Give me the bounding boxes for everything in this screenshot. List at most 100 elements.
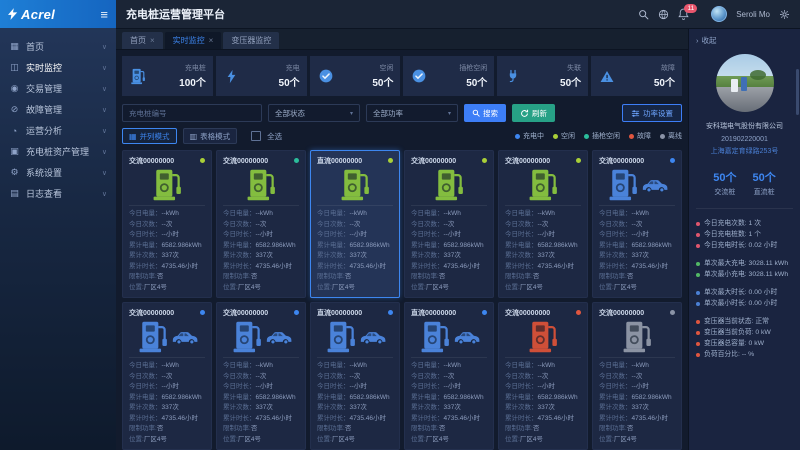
charger-card-2[interactable]: 直流00000000 今日电量：--kWh今日次数：--次今日时长：--小时累计… xyxy=(310,150,400,298)
charger-card-9[interactable]: 直流00000000 今日电量：--kWh今日次数：--次今日时长：--小时累计… xyxy=(404,302,494,450)
legend-item-1: 空闲 xyxy=(553,131,575,141)
list-mode-toggle[interactable]: ▦ 并列模式 xyxy=(122,128,177,144)
tab-label: 首页 xyxy=(130,35,146,46)
divider xyxy=(411,357,487,358)
charger-card-6[interactable]: 交流00000000 今日电量：--kWh今日次数：--次今日时长：--小时累计… xyxy=(122,302,212,450)
card-field: 位置:厂区4号 xyxy=(317,435,393,446)
search-button[interactable]: 搜索 xyxy=(464,104,506,122)
status-dot xyxy=(482,310,487,315)
car-icon xyxy=(265,330,292,344)
card-field: 今日时长：--小时 xyxy=(129,382,205,393)
collapse-panel-button[interactable]: › 收起 xyxy=(696,35,717,46)
station-address[interactable]: 上海嘉定育绿路253号 xyxy=(711,146,779,156)
charger-pile-icon xyxy=(339,168,371,202)
sidebar-item-4[interactable]: ◔ 运营分析 ∨ xyxy=(0,120,116,141)
charger-card-3[interactable]: 交流00000000 今日电量：--kWh今日次数：--次今日时长：--小时累计… xyxy=(404,150,494,298)
menu-toggle-icon[interactable]: ≡ xyxy=(100,8,108,21)
status-select[interactable]: 全部状态 ▾ xyxy=(268,104,360,122)
metric-dot xyxy=(696,320,700,324)
metric-line: 今日充电时长: 0.02 小时 xyxy=(696,240,793,251)
metric-dot xyxy=(696,233,700,237)
tab-1[interactable]: 实时监控 × xyxy=(165,32,222,49)
close-icon[interactable]: × xyxy=(209,36,214,45)
charger-card-1[interactable]: 交流00000000 今日电量：--kWh今日次数：--次今日时长：--小时累计… xyxy=(216,150,306,298)
sidebar-item-label: 充电桩资产管理 xyxy=(26,145,96,158)
card-title: 交流00000000 xyxy=(223,156,294,166)
card-title: 直流00000000 xyxy=(317,308,388,318)
charger-card-4[interactable]: 交流00000000 今日电量：--kWh今日次数：--次今日时长：--小时累计… xyxy=(498,150,588,298)
card-field: 限制功率:否 xyxy=(317,424,393,435)
card-field: 限制功率:否 xyxy=(505,272,581,283)
metric-dot xyxy=(696,331,700,335)
sidebar-item-5[interactable]: ▣ 充电桩资产管理 ∨ xyxy=(0,141,116,162)
legend-dot xyxy=(584,134,589,139)
card-icon xyxy=(129,166,205,204)
sidebar-item-6[interactable]: ⚙ 系统设置 ∨ xyxy=(0,162,116,183)
metric-line: 单次最大时长: 0.00 小时 xyxy=(696,287,793,298)
charger-card-7[interactable]: 交流00000000 今日电量：--kWh今日次数：--次今日时长：--小时累计… xyxy=(216,302,306,450)
stats-row: 充电桩 100个 充电 50个 空闲 50个 插枪空闲 50个 失联 50个 故… xyxy=(122,56,682,96)
sidebar-item-3[interactable]: ⊘ 故障管理 ∨ xyxy=(0,99,116,120)
divider xyxy=(129,205,205,206)
settings-gear-icon[interactable] xyxy=(779,9,790,20)
power-setting-button[interactable]: 功率设置 xyxy=(622,104,682,122)
search-icon xyxy=(472,109,480,117)
select-all-checkbox[interactable] xyxy=(251,131,261,141)
search-icon[interactable] xyxy=(638,9,649,20)
card-field: 今日电量：--kWh xyxy=(223,209,299,220)
fault-icon: ⊘ xyxy=(9,104,20,115)
status-dot xyxy=(482,158,487,163)
scrollbar[interactable] xyxy=(796,69,799,115)
charger-card-11[interactable]: 交流00000000 今日电量：--kWh今日次数：--次今日时长：--小时累计… xyxy=(592,302,682,450)
card-field: 累计次数：337次 xyxy=(129,403,205,414)
refresh-button-label: 刷新 xyxy=(532,108,547,119)
pile-number-input[interactable] xyxy=(122,104,262,122)
stat-tile-2: 空闲 50个 xyxy=(310,56,401,96)
tab-0[interactable]: 首页 × xyxy=(122,32,163,49)
stat-label: 空闲 xyxy=(379,63,393,73)
card-field: 今日电量：--kWh xyxy=(129,209,205,220)
card-field: 今日电量：--kWh xyxy=(599,361,675,372)
divider xyxy=(411,205,487,206)
card-field: 累计时长：4735.46小时 xyxy=(223,262,299,273)
card-field: 限制功率:否 xyxy=(411,424,487,435)
card-title: 交流00000000 xyxy=(411,156,482,166)
card-field: 累计时长：4735.46小时 xyxy=(317,414,393,425)
notification-badge: 11 xyxy=(684,4,697,13)
sidebar-item-0[interactable]: ▦ 首页 ∨ xyxy=(0,36,116,57)
page-title: 充电桩运营管理平台 xyxy=(126,6,629,22)
notification-bell-icon[interactable]: 11 xyxy=(678,8,702,20)
charger-card-10[interactable]: 交流00000000 今日电量：--kWh今日次数：--次今日时长：--小时累计… xyxy=(498,302,588,450)
card-field: 今日时长：--小时 xyxy=(317,382,393,393)
sidebar-item-7[interactable]: ▤ 日志查看 ∨ xyxy=(0,183,116,204)
globe-icon[interactable] xyxy=(658,9,669,20)
card-field: 今日时长：--小时 xyxy=(223,230,299,241)
sidebar-item-2[interactable]: ◉ 交易管理 ∨ xyxy=(0,78,116,99)
card-title: 交流00000000 xyxy=(505,156,576,166)
collapse-label: 收起 xyxy=(702,35,717,46)
charger-card-5[interactable]: 交流00000000 今日电量：--kWh今日次数：--次今日时长：--小时累计… xyxy=(592,150,682,298)
card-field: 限制功率:否 xyxy=(599,424,675,435)
divider xyxy=(696,208,793,209)
photo-tree xyxy=(750,70,766,80)
card-field: 累计次数：337次 xyxy=(599,251,675,262)
power-select[interactable]: 全部功率 ▾ xyxy=(366,104,458,122)
table-mode-toggle[interactable]: ▥ 表格模式 xyxy=(183,128,238,144)
refresh-button[interactable]: 刷新 xyxy=(512,104,555,122)
close-icon[interactable]: × xyxy=(150,36,155,45)
metric-line: 负荷百分比: -- % xyxy=(696,349,793,360)
card-field: 累计次数：337次 xyxy=(599,403,675,414)
card-title: 交流00000000 xyxy=(129,156,200,166)
search-button-label: 搜索 xyxy=(483,108,498,119)
card-field: 累计次数：337次 xyxy=(129,251,205,262)
charger-pile-icon xyxy=(137,320,169,354)
card-field: 今日次数：--次 xyxy=(317,220,393,231)
avatar[interactable] xyxy=(711,6,727,22)
sidebar-item-1[interactable]: ◫ 实时监控 ∨ xyxy=(0,57,116,78)
charger-card-8[interactable]: 直流00000000 今日电量：--kWh今日次数：--次今日时长：--小时累计… xyxy=(310,302,400,450)
log-icon: ▤ xyxy=(9,188,20,199)
tab-2[interactable]: 变压器监控 xyxy=(223,32,279,49)
photo-charger xyxy=(731,79,738,92)
logo-bolt-icon xyxy=(8,8,18,20)
charger-card-0[interactable]: 交流00000000 今日电量：--kWh今日次数：--次今日时长：--小时累计… xyxy=(122,150,212,298)
